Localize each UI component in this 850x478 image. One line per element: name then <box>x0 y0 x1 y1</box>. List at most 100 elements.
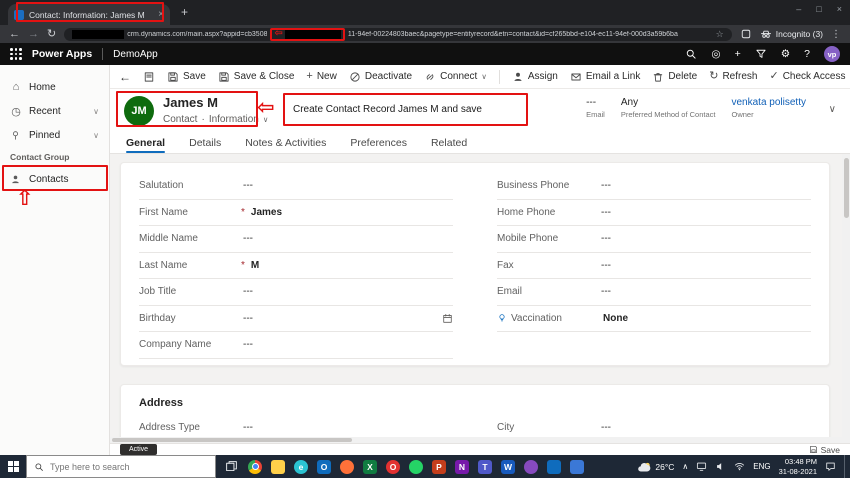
user-avatar[interactable]: vp <box>824 46 840 62</box>
search-icon[interactable] <box>685 48 697 60</box>
field-company-name[interactable]: Company Name --- <box>139 332 453 359</box>
taskbar-search[interactable] <box>26 455 216 478</box>
field-email[interactable]: Email --- <box>497 279 811 306</box>
collapse-header-chevron-icon[interactable]: ∨ <box>829 104 836 115</box>
back-button[interactable]: ← <box>119 70 131 84</box>
save-and-close-button[interactable]: Save & Close <box>218 71 294 83</box>
field-birthday[interactable]: Birthday --- <box>139 306 453 332</box>
browser-toolbar: ← → ↻ crm.dynamics.com/main.aspx?appid=c… <box>0 25 850 43</box>
tab-details[interactable]: Details <box>189 137 221 153</box>
deactivate-button[interactable]: Deactivate <box>349 71 412 83</box>
waffle-icon[interactable] <box>10 48 22 60</box>
window-close-button[interactable]: × <box>837 4 842 14</box>
settings-gear-icon[interactable]: ⚙ <box>781 49 790 60</box>
opera-icon[interactable]: O <box>386 459 400 474</box>
delete-button[interactable]: Delete <box>652 71 697 83</box>
field-first-name[interactable]: First Name * James <box>139 200 453 226</box>
scrollbar-thumb[interactable] <box>112 438 352 442</box>
bookmark-star-icon[interactable]: ☆ <box>716 29 724 40</box>
window-maximize-button[interactable]: □ <box>816 4 821 14</box>
refresh-button[interactable]: ↻ Refresh <box>709 71 757 83</box>
volume-icon[interactable] <box>715 461 726 472</box>
field-vaccination[interactable]: Vaccination None <box>497 306 811 332</box>
field-business-phone[interactable]: Business Phone --- <box>497 173 811 200</box>
start-button[interactable] <box>0 455 26 478</box>
window-minimize-button[interactable]: – <box>796 4 801 14</box>
browser-tab[interactable]: Contact: Information: James M × <box>8 4 170 25</box>
edge-icon[interactable]: e <box>294 459 308 474</box>
display-icon[interactable] <box>696 461 707 472</box>
check-access-button[interactable]: ✓ Check Access <box>769 71 845 83</box>
add-icon[interactable]: + <box>735 49 741 60</box>
field-job-title[interactable]: Job Title --- <box>139 279 453 306</box>
extensions-icon[interactable] <box>740 28 752 40</box>
onenote-icon[interactable]: N <box>455 459 469 474</box>
help-icon[interactable]: ? <box>804 49 810 60</box>
tab-general[interactable]: General <box>126 137 166 153</box>
visual-studio-icon[interactable] <box>524 459 538 474</box>
tab-close-icon[interactable]: × <box>158 9 164 20</box>
field-mobile-phone[interactable]: Mobile Phone --- <box>497 226 811 253</box>
email-a-link-button[interactable]: Email a Link <box>570 71 640 83</box>
vertical-scrollbar[interactable] <box>842 154 850 437</box>
powerpoint-icon[interactable]: P <box>432 459 446 474</box>
connect-button[interactable]: Connect ∨ <box>424 71 487 83</box>
sidebar-item-pinned[interactable]: Pinned ∨ <box>0 123 109 147</box>
target-icon[interactable]: ◎ <box>711 49 720 60</box>
header-field-owner[interactable]: venkata polisetty Owner <box>732 97 807 119</box>
windows-logo-icon <box>7 461 19 472</box>
search-input[interactable] <box>50 461 200 472</box>
chrome-icon[interactable] <box>248 459 262 474</box>
tray-expand-icon[interactable]: ∧ <box>682 462 688 471</box>
photos-icon[interactable] <box>570 459 584 474</box>
browser-back-icon[interactable]: ← <box>9 28 20 40</box>
tab-related[interactable]: Related <box>431 137 467 153</box>
chevron-down-icon[interactable]: ∨ <box>263 115 269 124</box>
network-icon[interactable] <box>734 461 745 472</box>
sidebar-item-contacts[interactable]: Contacts <box>0 167 109 191</box>
field-address-type[interactable]: Address Type --- <box>139 415 453 437</box>
teams-icon[interactable]: T <box>478 459 492 474</box>
filter-icon[interactable] <box>755 48 767 60</box>
tab-notes-activities[interactable]: Notes & Activities <box>245 137 326 153</box>
task-view-icon[interactable] <box>225 460 238 473</box>
app-name[interactable]: DemoApp <box>113 49 157 60</box>
header-field-email[interactable]: --- Email <box>586 97 605 119</box>
field-city[interactable]: City --- <box>497 415 811 437</box>
footer-save-button[interactable]: Save <box>809 445 840 455</box>
save-button[interactable]: Save <box>167 71 206 83</box>
browser-reload-icon[interactable]: ↻ <box>47 28 56 40</box>
search-icon <box>35 463 43 471</box>
language-indicator[interactable]: ENG <box>753 462 770 471</box>
calendar-icon[interactable] <box>442 313 453 324</box>
form-selector[interactable]: Information <box>209 114 259 125</box>
sidebar-item-home[interactable]: ⌂ Home <box>0 75 109 99</box>
sidebar-item-recent[interactable]: ◷ Recent ∨ <box>0 99 109 123</box>
notification-icon[interactable] <box>825 461 836 472</box>
field-salutation[interactable]: Salutation --- <box>139 173 453 200</box>
outlook-icon[interactable]: O <box>317 459 331 474</box>
form-selector-icon[interactable] <box>143 71 155 83</box>
taskbar-clock[interactable]: 03:48 PM 31-08-2021 <box>779 457 817 476</box>
browser-forward-icon[interactable]: → <box>28 28 39 40</box>
header-field-preferred-method[interactable]: Any Preferred Method of Contact <box>621 97 716 119</box>
weather-widget[interactable]: 26°C <box>637 461 674 473</box>
scrollbar-thumb[interactable] <box>843 158 849 218</box>
address-bar[interactable]: crm.dynamics.com/main.aspx?appid=cb3508 … <box>64 27 732 41</box>
browser-menu-icon[interactable]: ⋮ <box>831 29 841 40</box>
new-button[interactable]: + New <box>306 71 336 83</box>
store-icon[interactable] <box>547 459 561 474</box>
excel-icon[interactable]: X <box>363 459 377 474</box>
tab-preferences[interactable]: Preferences <box>350 137 407 153</box>
field-fax[interactable]: Fax --- <box>497 253 811 279</box>
word-icon[interactable]: W <box>501 459 515 474</box>
new-tab-button[interactable]: + <box>181 5 188 19</box>
file-explorer-icon[interactable] <box>271 459 285 474</box>
whatsapp-icon[interactable] <box>409 459 423 474</box>
field-last-name[interactable]: Last Name * M <box>139 253 453 279</box>
field-middle-name[interactable]: Middle Name --- <box>139 226 453 253</box>
show-desktop-button[interactable] <box>844 455 848 478</box>
firefox-icon[interactable] <box>340 459 354 474</box>
assign-button[interactable]: Assign <box>512 71 558 83</box>
field-home-phone[interactable]: Home Phone --- <box>497 200 811 226</box>
